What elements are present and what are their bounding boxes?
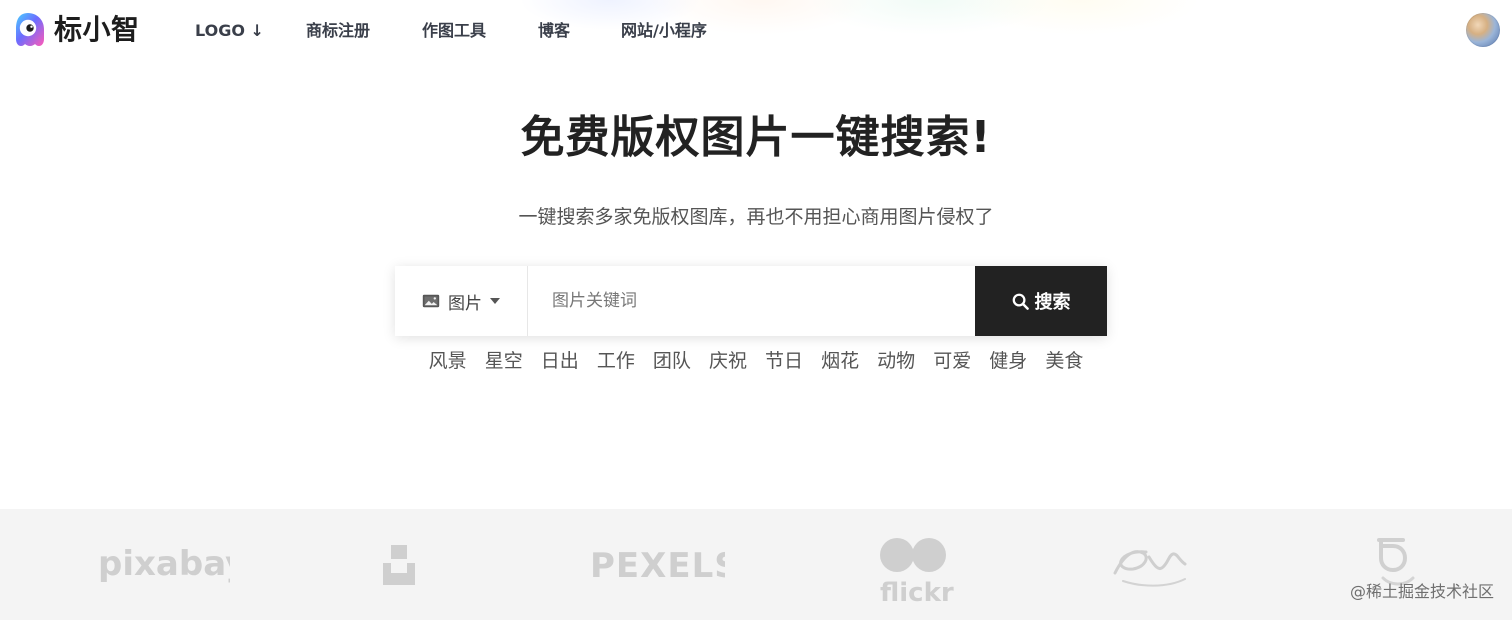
partner-flickr[interactable]: flickr bbox=[868, 509, 958, 620]
partner-pexels[interactable]: PEXELS bbox=[585, 509, 725, 620]
image-icon bbox=[422, 294, 440, 308]
unsplash-logo-icon bbox=[383, 544, 415, 585]
nav-website-mini-program[interactable]: 网站/小程序 bbox=[621, 19, 707, 43]
top-header: 标小智 LOGO ↓ 商标注册 作图工具 博客 网站/小程序 bbox=[0, 0, 1512, 62]
partner-stocksnap[interactable] bbox=[1105, 509, 1200, 620]
page-title: 免费版权图片一键搜索! bbox=[520, 112, 992, 163]
nav-trademark-registration[interactable]: 商标注册 bbox=[306, 19, 370, 43]
brand-mascot-icon bbox=[16, 13, 44, 46]
pexels-logo-icon: PEXELS bbox=[590, 546, 725, 586]
tag-item[interactable]: 动物 bbox=[877, 347, 915, 375]
flickr-logo-icon: flickr bbox=[880, 537, 954, 605]
image-sources-strip: pixabay PEXELS flickr bbox=[0, 509, 1512, 620]
pixabay-wordmark: pixabay bbox=[98, 544, 230, 584]
caret-down-icon bbox=[490, 298, 500, 304]
pixabay-logo-icon: pixabay bbox=[98, 544, 230, 584]
search-button[interactable]: 搜索 bbox=[975, 266, 1107, 336]
tag-item[interactable]: 烟花 bbox=[821, 347, 859, 375]
tag-item[interactable]: 可爱 bbox=[933, 347, 971, 375]
pexels-wordmark: PEXELS bbox=[590, 546, 725, 586]
tag-item[interactable]: 庆祝 bbox=[709, 347, 747, 375]
partner-unsplash[interactable] bbox=[364, 509, 434, 620]
main-nav: LOGO ↓ 商标注册 作图工具 博客 网站/小程序 bbox=[0, 0, 1512, 62]
avatar[interactable] bbox=[1466, 13, 1500, 47]
search-bar: 图片 搜索 bbox=[395, 266, 1107, 336]
tag-item[interactable]: 工作 bbox=[597, 347, 635, 375]
tag-item[interactable]: 日出 bbox=[541, 347, 579, 375]
nav-blog[interactable]: 博客 bbox=[538, 19, 570, 43]
stock-signature-logo-icon bbox=[1113, 549, 1187, 587]
search-input[interactable] bbox=[528, 266, 975, 336]
tag-item[interactable]: 团队 bbox=[653, 347, 691, 375]
search-button-label: 搜索 bbox=[1034, 292, 1071, 312]
tag-item[interactable]: 风景 bbox=[429, 347, 467, 375]
tag-item[interactable]: 节日 bbox=[765, 347, 803, 375]
site-watermark: @稀土掘金技术社区 bbox=[1349, 582, 1494, 601]
suggested-tags: 风景 星空 日出 工作 团队 庆祝 节日 烟花 动物 可爱 健身 美食 bbox=[0, 347, 1512, 375]
tag-item[interactable]: 星空 bbox=[485, 347, 523, 375]
tag-item[interactable]: 健身 bbox=[989, 347, 1027, 375]
search-type-label: 图片 bbox=[448, 293, 482, 314]
nav-logo-download[interactable]: LOGO ↓ bbox=[195, 19, 264, 43]
brand-name: 标小智 bbox=[54, 13, 140, 46]
search-type-dropdown[interactable]: 图片 bbox=[395, 266, 528, 336]
partner-unknown[interactable] bbox=[1352, 509, 1422, 620]
brand-logo[interactable]: 标小智 bbox=[8, 8, 140, 52]
search-icon bbox=[1012, 293, 1029, 310]
tag-item[interactable]: 美食 bbox=[1045, 347, 1083, 375]
page-subtitle: 一键搜索多家免版权图库，再也不用担心商用图片侵权了 bbox=[518, 206, 994, 228]
nav-design-tools[interactable]: 作图工具 bbox=[422, 19, 486, 43]
flickr-wordmark: flickr bbox=[880, 578, 954, 605]
partner-pixabay[interactable]: pixabay bbox=[90, 509, 230, 620]
